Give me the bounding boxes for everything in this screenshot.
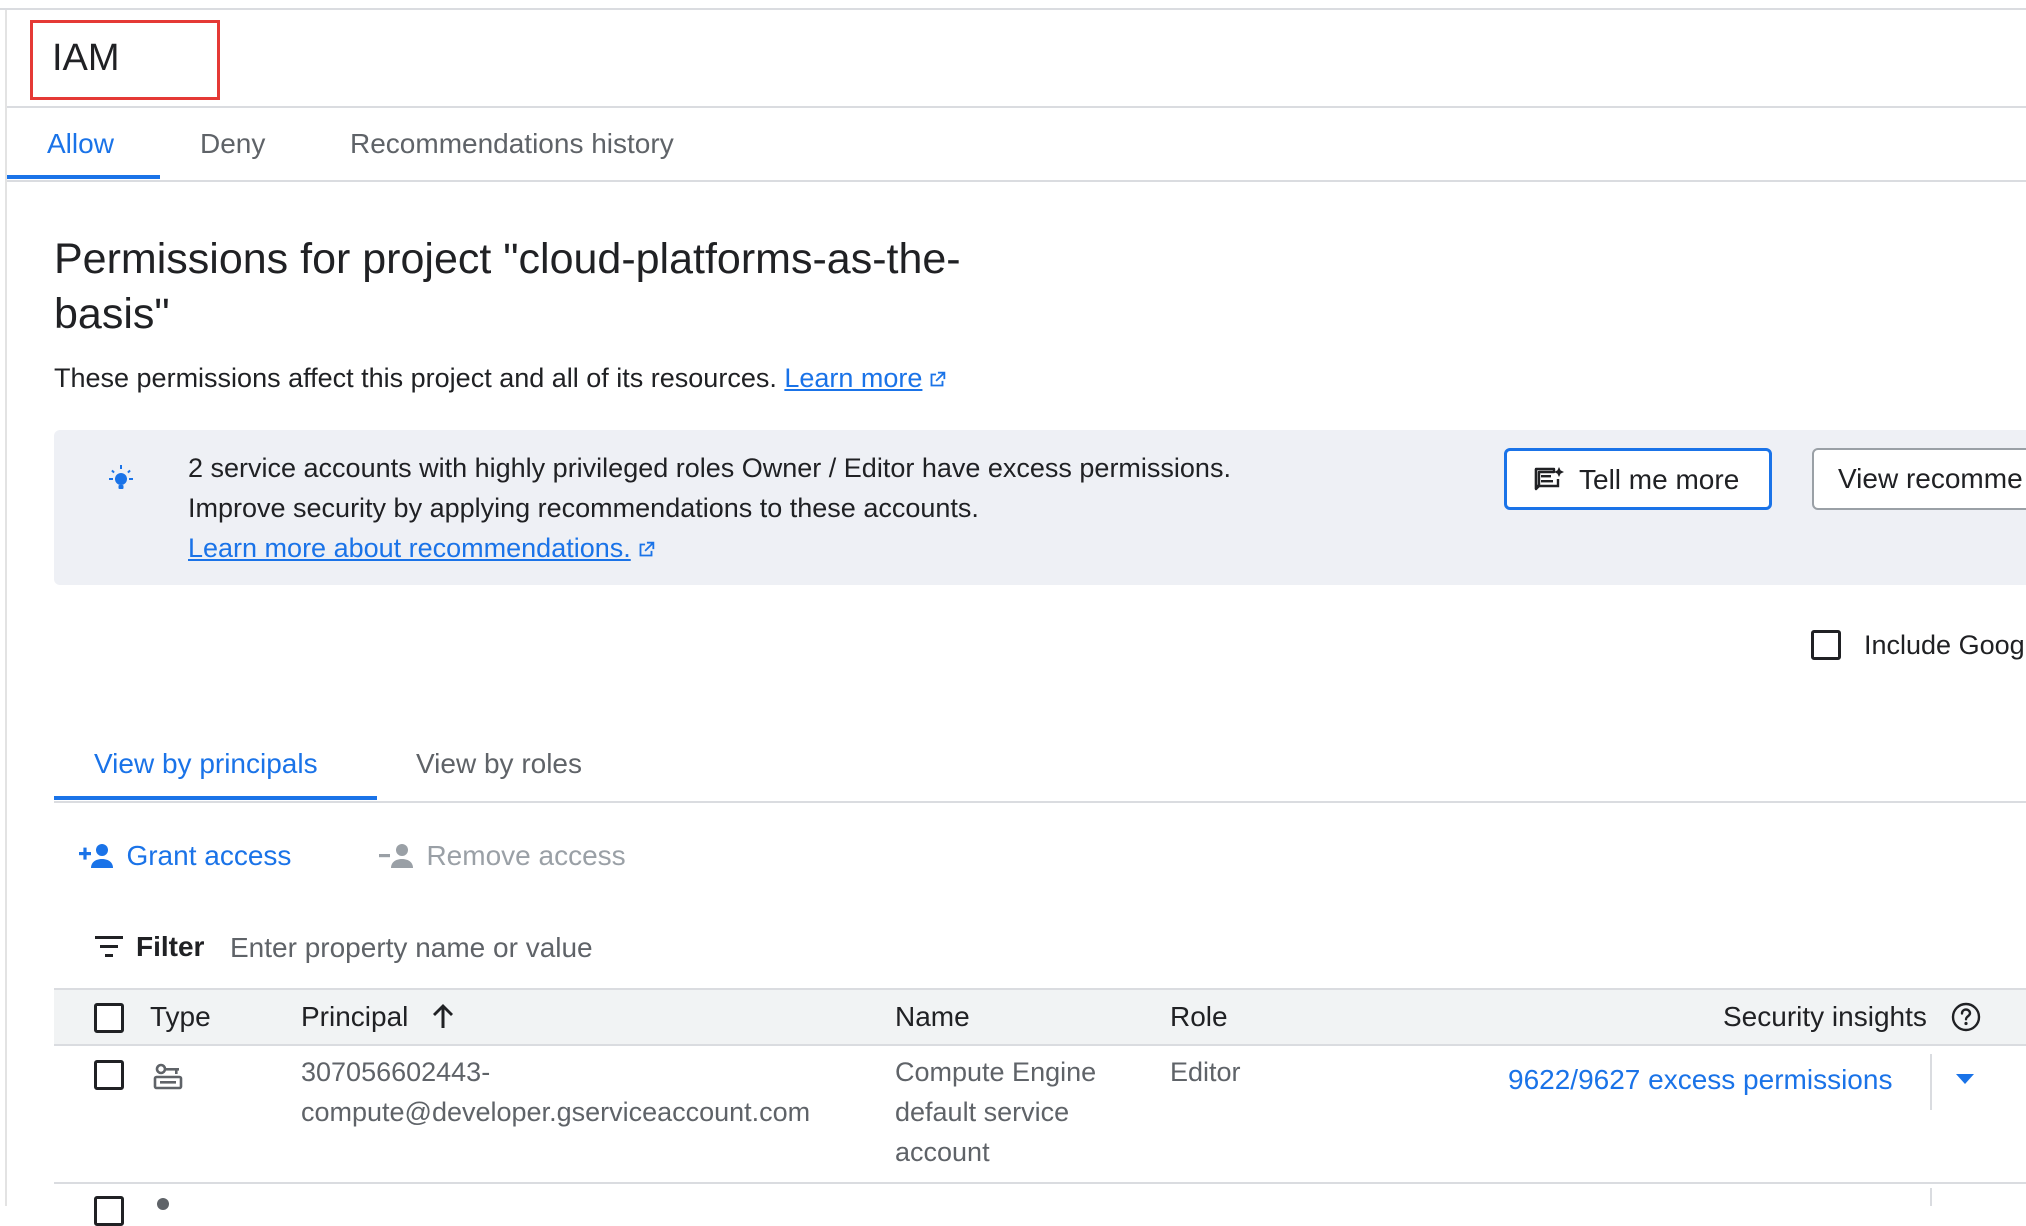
insight-divider [1930,1054,1932,1110]
column-name[interactable]: Name [895,1000,970,1034]
include-google-checkbox[interactable] [1811,630,1841,660]
view-tabs-divider [54,801,2026,803]
tab-view-by-principals[interactable]: View by principals [94,746,318,782]
filter-icon [95,936,123,957]
grant-access-label: Grant access [126,840,292,871]
description-text: These permissions affect this project an… [54,363,777,393]
include-google-label: Include Goog [1864,630,2025,660]
chat-spark-icon [1534,467,1564,491]
header-divider [7,106,2026,108]
learn-more-recommendations-link[interactable]: Learn more about recommendations. [188,533,631,563]
row-checkbox[interactable] [94,1196,124,1226]
remove-person-icon [379,844,413,868]
filter-input[interactable] [228,925,932,971]
remove-access-label: Remove access [426,840,626,871]
service-account-key-icon [153,1063,183,1090]
banner-learn-more: Learn more about recommendations. [188,528,657,568]
expand-row-caret-icon[interactable] [1956,1074,1974,1084]
filter-label: Filter [136,931,205,962]
column-role[interactable]: Role [1170,1000,1228,1034]
role-cell: Editor [1170,1057,1241,1087]
tell-me-more-button[interactable]: Tell me more [1504,448,1772,510]
row-divider [54,1182,2026,1184]
left-border [5,10,7,1206]
tabs-divider [7,180,2026,182]
tab-active-indicator [7,175,160,179]
learn-more-link[interactable]: Learn more [784,363,922,393]
tab-recommendations-history[interactable]: Recommendations history [350,126,674,162]
principal-line2: compute@developer.gserviceaccount.com [301,1097,811,1127]
view-recommendations-button[interactable]: View recomme [1812,448,2026,510]
grant-access-button[interactable]: Grant access [78,838,291,874]
tab-allow[interactable]: Allow [47,126,114,162]
name-line2: default service [895,1097,1070,1127]
name-line1: Compute Engine [895,1057,1097,1087]
add-person-icon [79,844,113,868]
external-link-icon [639,541,654,557]
tab-view-by-roles[interactable]: View by roles [416,746,582,782]
tab-deny[interactable]: Deny [200,126,265,162]
name-line3: account [895,1137,990,1167]
column-security-insights[interactable]: Security insights [1723,1000,1927,1034]
view-recommendations-label: View recomme [1838,463,2023,494]
principal-cell: 307056602443- compute@developer.gservice… [301,1052,810,1132]
page-title: IAM [52,37,120,79]
principal-line1: 307056602443- [301,1057,491,1087]
column-principal[interactable]: Principal [301,1000,456,1034]
remove-access-button[interactable]: Remove access [378,838,626,874]
excess-permissions-link[interactable]: 9622/9627 excess permissions [1508,1060,1892,1100]
person-icon [157,1198,169,1210]
tell-me-more-label: Tell me more [1579,464,1740,495]
column-principal-label: Principal [301,1001,409,1032]
external-link-icon [931,371,946,387]
row-checkbox[interactable] [94,1060,124,1090]
lightbulb-icon [109,465,133,489]
top-border [0,8,2026,10]
banner-message-line2: Improve security by applying recommendat… [188,493,979,523]
sort-ascending-icon [433,1004,454,1028]
column-type[interactable]: Type [150,1000,211,1034]
select-all-checkbox[interactable] [94,1003,124,1033]
help-icon[interactable] [1950,1001,1982,1033]
permissions-heading: Permissions for project "cloud-platforms… [54,235,961,338]
view-tab-active-indicator [54,796,377,800]
insight-divider [1930,1188,1932,1206]
name-cell: Compute Engine default service account [895,1052,1096,1172]
banner-message-line1: 2 service accounts with highly privilege… [188,453,1231,483]
permissions-description: These permissions affect this project an… [54,360,948,396]
